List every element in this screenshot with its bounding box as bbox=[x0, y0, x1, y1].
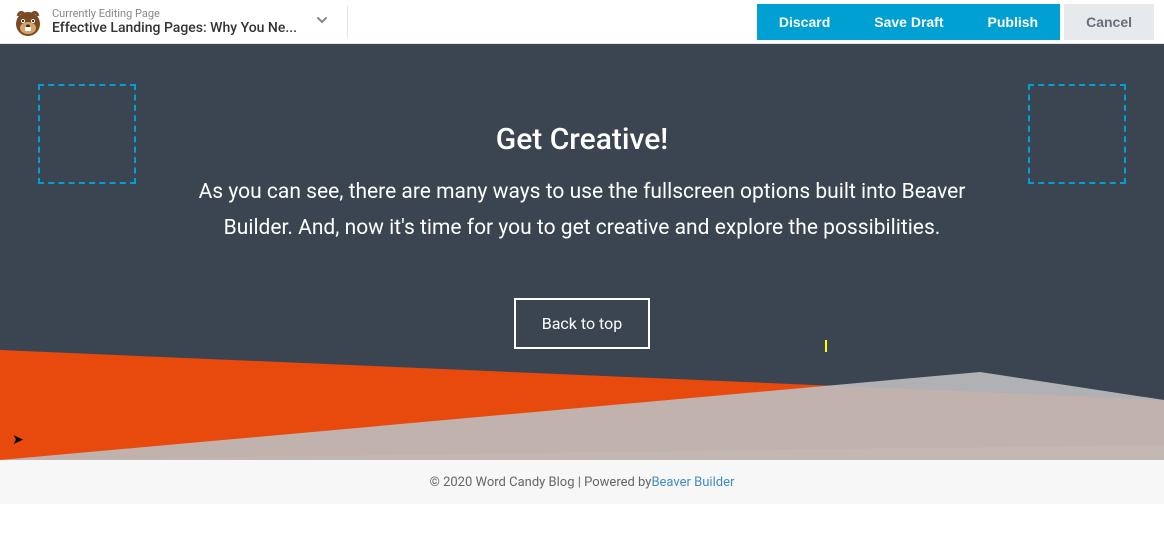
cursor-arrow-icon: ➤ bbox=[12, 432, 24, 448]
back-to-top-button[interactable]: Back to top bbox=[514, 298, 650, 349]
drop-zone-right[interactable] bbox=[1028, 84, 1126, 184]
publish-button[interactable]: Publish bbox=[966, 4, 1061, 40]
page-footer: © 2020 Word Candy Blog | Powered by Beav… bbox=[0, 460, 1164, 504]
toolbar-separator bbox=[347, 6, 348, 38]
beaver-builder-logo bbox=[12, 6, 44, 38]
footer-link[interactable]: Beaver Builder bbox=[651, 475, 734, 490]
drop-zone-left[interactable] bbox=[38, 84, 136, 184]
hero-section[interactable]: Get Creative! As you can see, there are … bbox=[0, 44, 1164, 444]
page-title: Effective Landing Pages: Why You Ne... bbox=[52, 20, 297, 37]
text-caret bbox=[825, 340, 827, 352]
discard-button[interactable]: Discard bbox=[757, 4, 852, 40]
hero-heading[interactable]: Get Creative! bbox=[0, 122, 1164, 157]
page-title-block[interactable]: Currently Editing Page Effective Landing… bbox=[52, 7, 297, 37]
chevron-down-icon[interactable] bbox=[315, 12, 329, 31]
footer-text: © 2020 Word Candy Blog | Powered by bbox=[430, 475, 652, 490]
save-draft-button[interactable]: Save Draft bbox=[852, 4, 965, 40]
hero-body[interactable]: As you can see, there are many ways to u… bbox=[172, 175, 992, 246]
cancel-button[interactable]: Cancel bbox=[1064, 4, 1154, 40]
editor-toolbar: Currently Editing Page Effective Landing… bbox=[0, 0, 1164, 44]
editing-label: Currently Editing Page bbox=[52, 7, 297, 20]
editor-canvas[interactable]: Get Creative! As you can see, there are … bbox=[0, 44, 1164, 504]
